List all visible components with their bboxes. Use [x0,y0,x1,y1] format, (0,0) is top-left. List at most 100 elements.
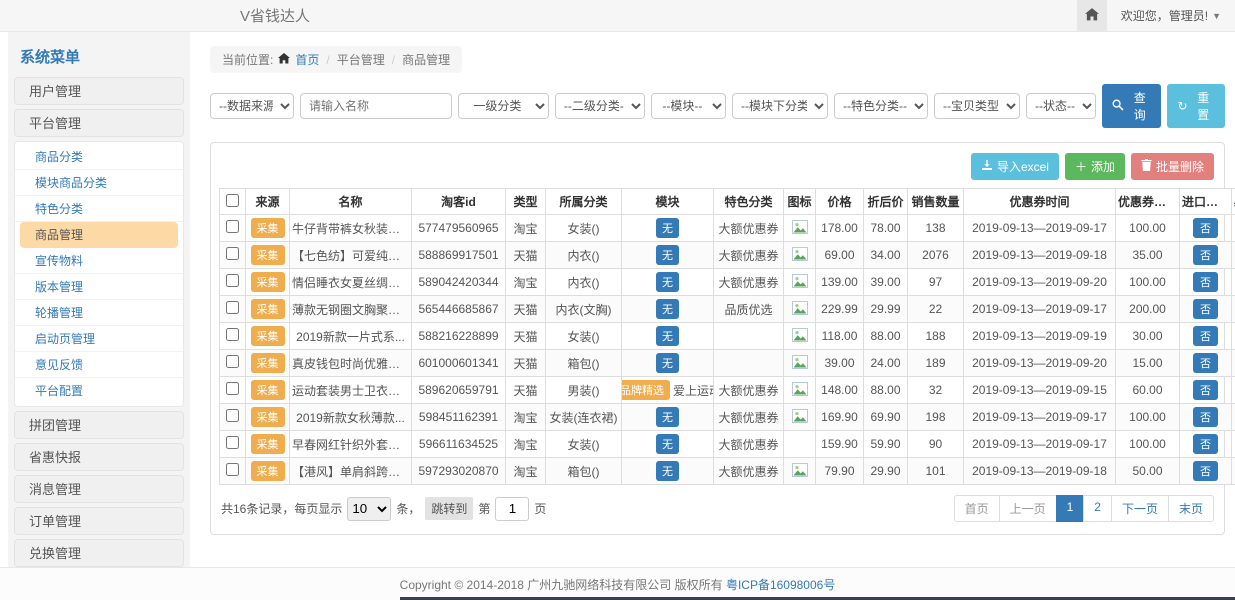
sidebar-group-message-mgmt[interactable]: 消息管理 [14,475,184,503]
breadcrumb-home-link[interactable]: 首页 [295,51,319,68]
sidebar-item-platform-config[interactable]: 平台配置 [15,378,183,404]
sidebar-group-order-mgmt[interactable]: 订单管理 [14,507,184,535]
filter-feature-category[interactable]: --特色分类-- [834,93,928,119]
pager-2[interactable]: 2 [1083,495,1112,522]
sidebar-item-splash-mgmt[interactable]: 启动页管理 [15,326,183,352]
filter-status[interactable]: --状态-- [1026,93,1096,119]
type-cell: 天猫 [506,350,546,377]
module-badge: 无 [656,461,679,481]
type-cell: 天猫 [506,323,546,350]
row-checkbox[interactable] [226,247,239,260]
imported-toggle-button[interactable]: 否 [1193,353,1218,373]
page-number-input[interactable] [495,497,529,521]
imported-toggle-button[interactable]: 否 [1193,461,1218,481]
filter-item-type[interactable]: --宝贝类型-- [934,93,1020,119]
imported-toggle-button-cell: 否 [1180,350,1232,377]
filter-module-sub[interactable]: --模块下分类-- [732,93,828,119]
thumbnail-cell [784,323,816,350]
table-row: 采集运动套装男士卫衣初秋...589620659791天猫男装()品牌精选爱上运… [220,377,1235,404]
per-page-select[interactable]: 10 [347,497,391,521]
sidebar-group-exchange-mgmt[interactable]: 兑换管理 [14,539,184,567]
sidebar-group-saving-news[interactable]: 省惠快报 [14,443,184,471]
discount-price-cell: 88.00 [864,377,908,404]
sidebar-group-group-buy-mgmt[interactable]: 拼团管理 [14,411,184,439]
filter-category-l1[interactable]: 一级分类 [458,93,549,119]
add-button[interactable]: ＋ 添加 [1065,153,1125,180]
batch-delete-button[interactable]: 批量删除 [1131,153,1214,180]
must-buy-toggle-button-cell: 否 [1232,323,1235,350]
imported-toggle-button[interactable]: 否 [1193,245,1218,265]
price-cell: 159.90 [816,431,864,458]
table-row: 采集【港风】单肩斜跨链条...597293020870淘宝箱包()无大额优惠券7… [220,458,1235,485]
sidebar-item-goods-category[interactable]: 商品分类 [15,144,183,170]
row-checkbox[interactable] [226,301,239,314]
thumbnail-image-icon [792,358,808,372]
module-badge: 无 [656,434,679,454]
home-button[interactable] [1077,0,1107,31]
thumbnail-cell [784,431,816,458]
pager-首页[interactable]: 首页 [954,495,1000,522]
feature-category-cell: 大额优惠券 [714,458,784,485]
imported-toggle-button[interactable]: 否 [1193,380,1218,400]
import-excel-button[interactable]: 导入excel [971,153,1059,180]
source-cell: 采集 [246,215,290,242]
imported-toggle-button[interactable]: 否 [1193,326,1218,346]
row-checkbox[interactable] [226,463,239,476]
imported-toggle-button[interactable]: 否 [1193,299,1218,319]
filter-category-l2[interactable]: --二级分类-- [555,93,645,119]
source-cell: 采集 [246,458,290,485]
feature-category-cell [714,350,784,377]
search-button[interactable]: 查询 [1102,84,1161,128]
discount-price-cell: 59.90 [864,431,908,458]
type-cell: 天猫 [506,296,546,323]
name-search-input[interactable] [300,93,452,119]
page-prefix-text: 第 [478,500,490,517]
price-cell: 39.00 [816,350,864,377]
icp-link[interactable]: 粤ICP备16098006号 [726,576,835,593]
pager-下一页[interactable]: 下一页 [1111,495,1169,522]
discount-price-cell: 24.00 [864,350,908,377]
taoke-id-cell: 589042420344 [412,269,506,296]
select-all-checkbox[interactable] [226,194,239,207]
user-menu[interactable]: 欢迎您，管理员! ▼ [1107,7,1235,24]
filter-module[interactable]: --模块-- [651,93,726,119]
module-badge: 无 [656,299,679,319]
imported-toggle-button[interactable]: 否 [1193,218,1218,238]
source-cell: 采集 [246,242,290,269]
filter-data-source[interactable]: --数据来源-- [210,93,294,119]
module-cell: 无 [622,269,714,296]
sidebar-item-goods-mgmt[interactable]: 商品管理 [20,222,178,248]
table-row: 采集【七色纺】可爱纯棉家...588869917501天猫内衣()无大额优惠券6… [220,242,1235,269]
row-checkbox[interactable] [226,220,239,233]
sidebar-item-version-mgmt[interactable]: 版本管理 [15,274,183,300]
reset-button[interactable]: ↻ 重置 [1167,84,1225,128]
row-checkbox[interactable] [226,274,239,287]
type-cell: 天猫 [506,242,546,269]
sidebar-group-platform-mgmt[interactable]: 平台管理 [14,109,184,137]
sidebar-group-user-mgmt[interactable]: 用户管理 [14,77,184,105]
sidebar-item-carousel-mgmt[interactable]: 轮播管理 [15,300,183,326]
row-checkbox[interactable] [226,436,239,449]
row-checkbox[interactable] [226,355,239,368]
sidebar-item-feature-category[interactable]: 特色分类 [15,196,183,222]
main-content: 当前位置: 首页 / 平台管理 / 商品管理 --数据来源--一级分类--二级分… [190,32,1235,567]
row-checkbox[interactable] [226,382,239,395]
imported-toggle-button[interactable]: 否 [1193,407,1218,427]
breadcrumb-item: 商品管理 [402,51,450,68]
pager-上一页[interactable]: 上一页 [999,495,1057,522]
column-header: 图标 [784,189,816,215]
imported-toggle-button[interactable]: 否 [1193,434,1218,454]
thumbnail-image-icon [792,331,808,345]
price-cell: 169.90 [816,404,864,431]
coupon-amount-cell: 15.00 [1116,350,1180,377]
row-checkbox[interactable] [226,409,239,422]
pager-1[interactable]: 1 [1056,495,1085,522]
sidebar-item-feedback[interactable]: 意见反馈 [15,352,183,378]
source-badge: 采集 [251,380,285,400]
pager-末页[interactable]: 末页 [1168,495,1214,522]
row-checkbox[interactable] [226,328,239,341]
imported-toggle-button[interactable]: 否 [1193,272,1218,292]
sidebar-item-module-goods-category[interactable]: 模块商品分类 [15,170,183,196]
category-cell: 内衣(文胸) [546,296,622,323]
sidebar-item-promo-material[interactable]: 宣传物料 [15,248,183,274]
